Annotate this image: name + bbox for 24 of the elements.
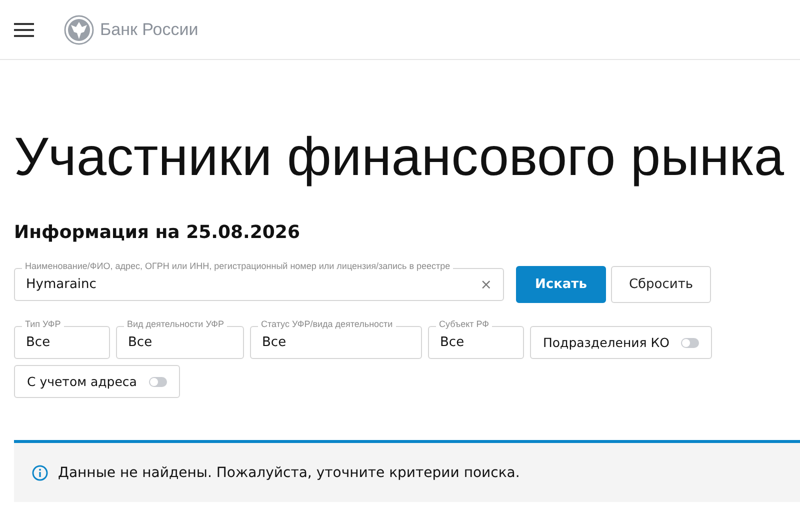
reset-button[interactable]: Сбросить <box>610 266 712 303</box>
toggle-label: С учетом адреса <box>27 374 137 389</box>
clear-icon[interactable]: × <box>480 276 492 292</box>
search-field[interactable]: Наименование/ФИО, адрес, ОГРН или ИНН, регистрационный номер или лицензия/запись в реестре Hymarainc × <box>14 260 504 301</box>
menu-icon[interactable] <box>14 22 34 38</box>
toggle-label: Подразделения КО <box>543 335 670 350</box>
toggle-control[interactable]: С учетом адреса <box>14 365 180 398</box>
select-field[interactable]: Вид деятельности УФР Все <box>116 318 244 359</box>
toggle-switch[interactable] <box>681 338 700 348</box>
field-label: Тип УФР <box>22 319 64 329</box>
info-icon <box>32 464 48 480</box>
field-label: Статус УФР/вида деятельности <box>258 319 396 329</box>
alert-message: Данные не найдены. Пожалуйста, уточните критерии поиска. <box>58 464 520 480</box>
search-button[interactable]: Искать <box>516 266 606 303</box>
field-label: Субъект РФ <box>436 319 492 329</box>
field-label: Наименование/ФИО, адрес, ОГРН или ИНН, регистрационный номер или лицензия/запись в реестре <box>22 261 454 271</box>
toggle-switch[interactable] <box>148 376 167 386</box>
page-title: Участники финансового рынка <box>14 127 786 187</box>
info-date: Информация на 25.08.2026 <box>14 221 301 245</box>
select-field[interactable]: Тип УФР Все <box>14 318 110 359</box>
field-label: Вид деятельности УФР <box>124 319 227 329</box>
select-field[interactable]: Статус УФР/вида деятельности Все <box>250 318 422 359</box>
toggle-control[interactable]: Подразделения КО <box>530 326 712 359</box>
select-field[interactable]: Субъект РФ Все <box>428 318 524 359</box>
